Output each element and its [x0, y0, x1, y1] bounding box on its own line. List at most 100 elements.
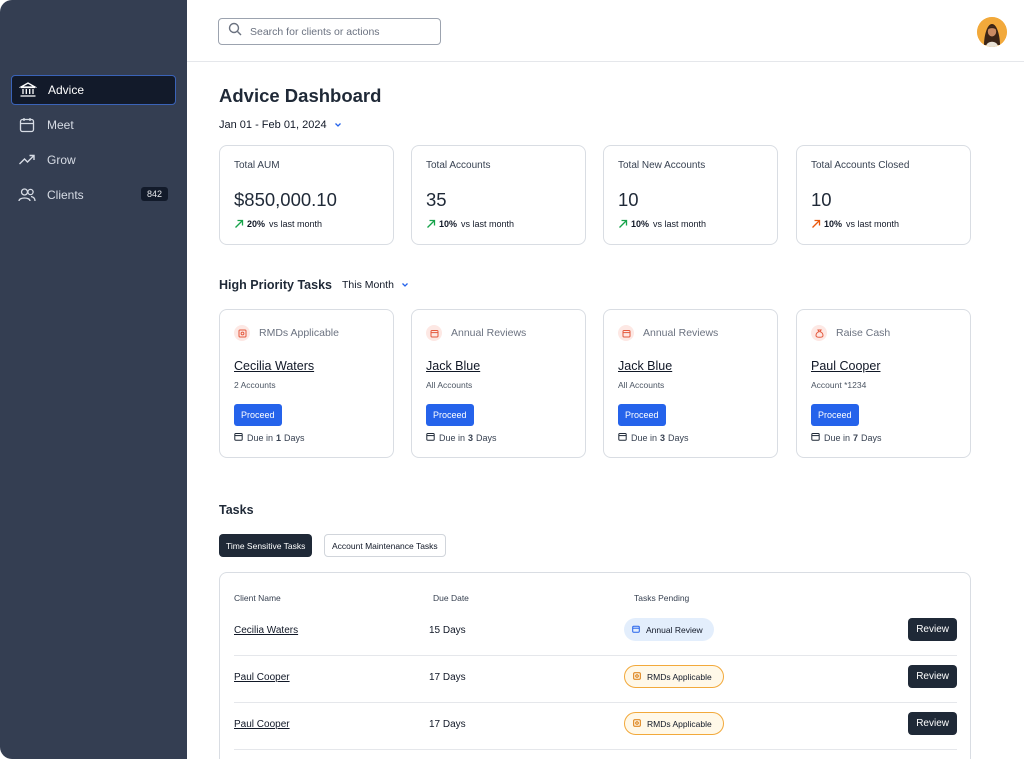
trend-suffix: vs last month [269, 219, 323, 229]
sidebar-item-meet[interactable]: Meet [11, 110, 176, 140]
calendar-icon [632, 625, 646, 635]
column-header: Due Date [433, 593, 469, 603]
tab-time-sensitive[interactable]: Time Sensitive Tasks [219, 534, 313, 557]
table-row: Paul Cooper 17 Days RMDs Applicable Revi… [234, 703, 957, 750]
due-prefix: Due in [824, 432, 851, 443]
trend-percent: 20% [247, 219, 266, 229]
arrow-up-right-icon [618, 219, 628, 229]
client-link[interactable]: Cecilia Waters [234, 625, 298, 636]
due-info: Due in 3 Days [618, 432, 689, 443]
task-accounts: All Accounts [618, 380, 665, 390]
search-input[interactable] [250, 25, 430, 38]
due-unit: Days [476, 432, 497, 443]
date-range-selector[interactable]: Jan 01 - Feb 01, 2024 [219, 119, 343, 131]
task-pill: Annual Review [624, 618, 714, 641]
table-row: Paul Cooper 17 Days RMDs Applicable Revi… [234, 656, 957, 703]
task-accounts: Account *1234 [811, 380, 867, 390]
task-pill-label: Annual Review [646, 624, 703, 635]
users-icon [18, 186, 36, 204]
sidebar-item-grow[interactable]: Grow [11, 145, 176, 175]
calendar-icon [618, 432, 631, 443]
due-number: 1 [276, 432, 282, 443]
stat-card-total-accounts: Total Accounts 35 10% vs last month [411, 145, 586, 245]
column-header: Client Name [234, 593, 281, 603]
client-link[interactable]: Jack Blue [426, 359, 480, 373]
top-bar [187, 0, 1024, 62]
due-unit: Days [284, 432, 305, 443]
stat-label: Total AUM [234, 160, 280, 171]
user-avatar[interactable] [977, 17, 1007, 47]
clients-count-badge: 842 [140, 187, 168, 201]
client-link[interactable]: Cecilia Waters [234, 359, 314, 373]
trend-up-icon [18, 151, 36, 169]
review-button[interactable]: Review [908, 665, 957, 688]
sidebar-item-advice[interactable]: Advice [11, 75, 176, 105]
receipt-icon [633, 718, 647, 729]
due-info: Due in 3 Days [426, 432, 497, 443]
task-accounts: All Accounts [426, 380, 473, 390]
task-pill-label: RMDs Applicable [647, 671, 712, 682]
app-window: Advice Meet Grow Clients 842 Search for … [0, 0, 1024, 759]
task-type-label: RMDs Applicable [259, 327, 339, 339]
task-pill-label: RMDs Applicable [647, 718, 712, 729]
date-range-label: Jan 01 - Feb 01, 2024 [219, 119, 327, 131]
due-prefix: Due in [247, 432, 274, 443]
client-link[interactable]: Jack Blue [618, 359, 672, 373]
calendar-icon [426, 325, 442, 341]
stat-value: 10 [811, 189, 832, 210]
stat-label: Total Accounts Closed [811, 160, 910, 171]
chevron-down-icon [400, 280, 410, 290]
sidebar-item-label: Advice [48, 83, 85, 97]
trend-percent: 10% [824, 219, 843, 229]
tasks-heading: Tasks [219, 503, 254, 517]
task-pill: RMDs Applicable [624, 665, 724, 688]
stat-value: 10 [618, 189, 639, 210]
arrow-up-right-icon [426, 219, 436, 229]
period-filter[interactable]: This Month [342, 279, 410, 291]
due-info: Due in 1 Days [234, 432, 305, 443]
stat-card-total-accounts-closed: Total Accounts Closed 10 10% vs last mon… [796, 145, 971, 245]
calendar-icon [426, 432, 439, 443]
column-header: Tasks Pending [634, 593, 690, 603]
proceed-button[interactable]: Proceed [811, 404, 859, 426]
sidebar-item-label: Meet [47, 118, 74, 132]
due-unit: Days [861, 432, 882, 443]
tab-account-maintenance[interactable]: Account Maintenance Tasks [324, 534, 446, 557]
stat-label: Total New Accounts [618, 160, 706, 171]
priority-task-card: RMDs Applicable Cecilia Waters 2 Account… [219, 309, 394, 458]
proceed-button[interactable]: Proceed [618, 404, 666, 426]
client-link[interactable]: Paul Cooper [811, 359, 881, 373]
trend-percent: 10% [631, 219, 650, 229]
receipt-icon [633, 671, 647, 682]
priority-task-card: Annual Reviews Jack Blue All Accounts Pr… [603, 309, 778, 458]
stat-label: Total Accounts [426, 160, 491, 171]
receipt-icon [234, 325, 250, 341]
arrow-up-right-icon [811, 219, 821, 229]
trend-suffix: vs last month [653, 219, 707, 229]
task-pill: RMDs Applicable [624, 712, 724, 735]
due-date: 17 Days [429, 672, 466, 683]
calendar-icon [618, 325, 634, 341]
priority-task-card: Raise Cash Paul Cooper Account *1234 Pro… [796, 309, 971, 458]
high-priority-tasks-heading: High Priority Tasks [219, 278, 332, 292]
arrow-up-right-icon [234, 219, 244, 229]
review-button[interactable]: Review [908, 618, 957, 641]
proceed-button[interactable]: Proceed [234, 404, 282, 426]
review-button[interactable]: Review [908, 712, 957, 735]
client-link[interactable]: Paul Cooper [234, 719, 290, 730]
task-type: Raise Cash [811, 325, 890, 341]
due-number: 3 [660, 432, 666, 443]
due-date: 17 Days [429, 719, 466, 730]
trend-suffix: vs last month [461, 219, 515, 229]
task-type: RMDs Applicable [234, 325, 339, 341]
stat-trend: 10% vs last month [618, 219, 706, 229]
proceed-button[interactable]: Proceed [426, 404, 474, 426]
sidebar-item-clients[interactable]: Clients 842 [11, 180, 176, 210]
calendar-icon [811, 432, 824, 443]
stat-value: 35 [426, 189, 447, 210]
search-icon [228, 22, 250, 41]
search-box[interactable] [218, 18, 441, 45]
due-date: 15 Days [429, 625, 466, 636]
stat-trend: 10% vs last month [811, 219, 899, 229]
client-link[interactable]: Paul Cooper [234, 672, 290, 683]
